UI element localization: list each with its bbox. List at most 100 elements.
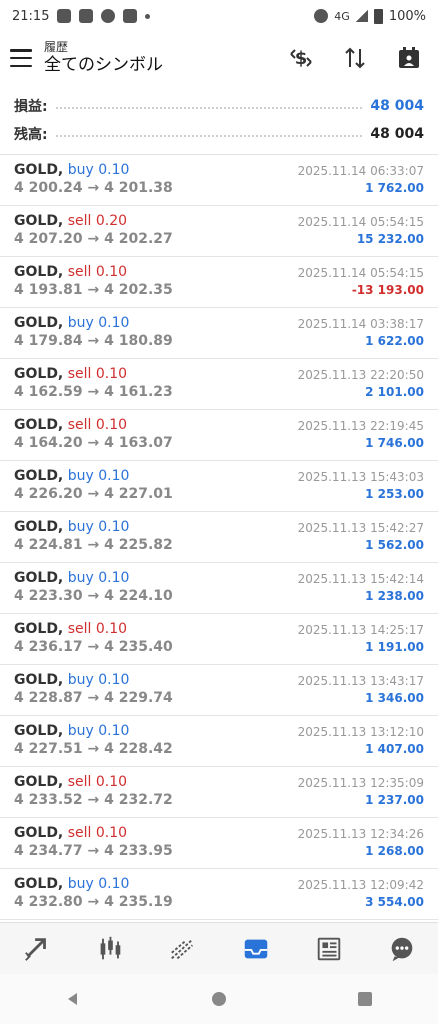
chart-nav[interactable] [90, 929, 130, 969]
trade-profit: 3 554.00 [365, 895, 424, 909]
trade-symbol: GOLD, [14, 519, 64, 535]
sort-arrows-icon[interactable] [342, 45, 368, 71]
summary-label: 残高: [14, 127, 48, 143]
chat-nav[interactable] [382, 929, 422, 969]
battery-icon [373, 8, 383, 24]
trade-symbol: GOLD, [14, 417, 64, 433]
trade-row[interactable]: GOLD, buy 0.10 4 200.24 → 4 201.38 2025.11… [0, 155, 438, 206]
trade-time: 2025.11.14 05:54:15 [297, 215, 424, 229]
summary-row: 損益: 48 004 [14, 92, 424, 120]
trade-symbol: GOLD, [14, 468, 64, 484]
trade-prices: 4 162.59 → 4 161.23 [14, 384, 173, 400]
summary-section: 損益: 48 004 残高: 48 004 [0, 84, 438, 155]
trade-side: sell [67, 417, 92, 433]
history-nav[interactable] [236, 929, 276, 969]
trade-time: 2025.11.13 12:09:42 [297, 878, 424, 892]
trade-profit: 1 762.00 [365, 181, 424, 195]
game-controller-icon [79, 9, 94, 23]
trade-volume: 0.10 [98, 672, 130, 688]
trade-history-list: GOLD, buy 0.10 4 200.24 → 4 201.38 2025.11… [0, 155, 438, 920]
trend-lines-icon [170, 938, 193, 960]
trade-profit: 1 407.00 [365, 742, 424, 756]
calendar-icon[interactable] [396, 45, 422, 71]
inbox-tray-icon [244, 939, 267, 959]
trade-time: 2025.11.13 15:42:14 [297, 572, 424, 586]
trade-prices: 4 233.52 → 4 232.72 [14, 792, 173, 808]
trade-profit: 1 253.00 [365, 487, 424, 501]
trade-time: 2025.11.14 05:54:15 [297, 266, 424, 280]
more-notifications-dot [145, 13, 151, 19]
dotted-leader [55, 107, 363, 109]
game-controller-icon [57, 9, 72, 23]
trade-prices: 4 232.80 → 4 235.19 [14, 894, 173, 910]
trade-time: 2025.11.13 22:20:50 [297, 368, 424, 382]
trade-prices: 4 227.51 → 4 228.42 [14, 741, 173, 757]
trade-side: buy [67, 315, 94, 331]
trade-time: 2025.11.13 13:12:10 [297, 725, 424, 739]
trade-symbol: GOLD, [14, 825, 64, 841]
signal-icon [355, 10, 368, 22]
news-nav[interactable] [309, 929, 349, 969]
trade-row[interactable]: GOLD, buy 0.10 4 228.87 → 4 229.74 2025.11… [0, 665, 438, 716]
quotes-nav[interactable] [17, 929, 57, 969]
newspaper-icon [317, 937, 340, 961]
trade-row[interactable]: GOLD, sell 0.10 4 193.81 → 4 202.35 2025.1… [0, 257, 438, 308]
trade-row[interactable]: GOLD, buy 0.10 4 223.30 → 4 224.10 2025.11… [0, 563, 438, 614]
trade-side: sell [67, 774, 92, 790]
trade-prices: 4 234.77 → 4 233.95 [14, 843, 173, 859]
trade-side: buy [67, 570, 94, 586]
hamburger-menu-icon[interactable] [10, 49, 32, 67]
trade-prices: 4 179.84 → 4 180.89 [14, 333, 173, 349]
trade-volume: 0.10 [98, 468, 130, 484]
trade-row[interactable]: GOLD, buy 0.10 4 227.51 → 4 228.42 2025.11… [0, 716, 438, 767]
status-bar: 21:15 4G 100% [0, 0, 438, 32]
trade-time: 2025.11.14 06:33:07 [297, 164, 424, 178]
trade-side: buy [67, 519, 94, 535]
trade-row[interactable]: GOLD, sell 0.10 4 236.17 → 4 235.40 2025.1… [0, 614, 438, 665]
trade-row[interactable]: GOLD, sell 0.10 4 164.20 → 4 163.07 2025.1… [0, 410, 438, 461]
dollar-exchange-icon[interactable]: $ [288, 45, 314, 71]
back-icon[interactable] [64, 990, 82, 1008]
trade-symbol: GOLD, [14, 264, 64, 280]
battery-level: 100% [388, 8, 426, 24]
trade-symbol: GOLD, [14, 213, 64, 229]
trade-side: buy [67, 468, 94, 484]
trade-time: 2025.11.13 12:35:09 [297, 776, 424, 790]
trade-row[interactable]: GOLD, sell 0.20 4 207.20 → 4 202.27 2025.1… [0, 206, 438, 257]
recents-icon[interactable] [356, 990, 374, 1008]
trade-time: 2025.11.13 13:43:17 [297, 674, 424, 688]
trade-volume: 0.10 [98, 723, 130, 739]
home-icon[interactable] [210, 990, 228, 1008]
trade-volume: 0.10 [95, 366, 128, 382]
trade-nav[interactable] [163, 929, 203, 969]
trade-arrows-icon [24, 938, 46, 961]
trade-row[interactable]: GOLD, buy 0.10 4 179.84 → 4 180.89 2025.11… [0, 308, 438, 359]
trade-time: 2025.11.13 15:43:03 [297, 470, 424, 484]
trade-side: buy [67, 162, 94, 178]
app-header: 履歴 全てのシンボル $ [0, 32, 438, 84]
summary-row: 残高: 48 004 [14, 120, 424, 148]
trade-row[interactable]: GOLD, sell 0.10 4 233.52 → 4 232.72 2025.1… [0, 767, 438, 818]
trade-symbol: GOLD, [14, 723, 64, 739]
notification-box-icon [123, 9, 138, 23]
trade-symbol: GOLD, [14, 162, 64, 178]
trade-row[interactable]: GOLD, sell 0.10 4 162.59 → 4 161.23 2025.1… [0, 359, 438, 410]
system-navigation-bar [0, 974, 438, 1024]
symbol-filter-title[interactable]: 全てのシンボル [44, 54, 288, 76]
trade-symbol: GOLD, [14, 876, 64, 892]
trade-row[interactable]: GOLD, buy 0.10 4 226.20 → 4 227.01 2025.11… [0, 461, 438, 512]
trade-profit: -13 193.00 [351, 283, 424, 297]
trade-prices: 4 193.81 → 4 202.35 [14, 282, 173, 298]
trade-volume: 0.10 [95, 264, 128, 280]
trade-time: 2025.11.13 22:19:45 [297, 419, 424, 433]
trade-row[interactable]: GOLD, buy 0.10 4 232.80 → 4 235.19 2025.11… [0, 869, 438, 920]
trade-profit: 1 622.00 [365, 334, 424, 348]
alarm-icon [314, 9, 329, 23]
trade-side: sell [67, 213, 92, 229]
trade-volume: 0.10 [98, 570, 130, 586]
trade-time: 2025.11.13 12:34:26 [297, 827, 424, 841]
trade-row[interactable]: GOLD, sell 0.10 4 234.77 → 4 233.95 2025.1… [0, 818, 438, 869]
trade-prices: 4 164.20 → 4 163.07 [14, 435, 173, 451]
trade-row[interactable]: GOLD, buy 0.10 4 224.81 → 4 225.82 2025.11… [0, 512, 438, 563]
network-type: 4G [334, 9, 350, 23]
